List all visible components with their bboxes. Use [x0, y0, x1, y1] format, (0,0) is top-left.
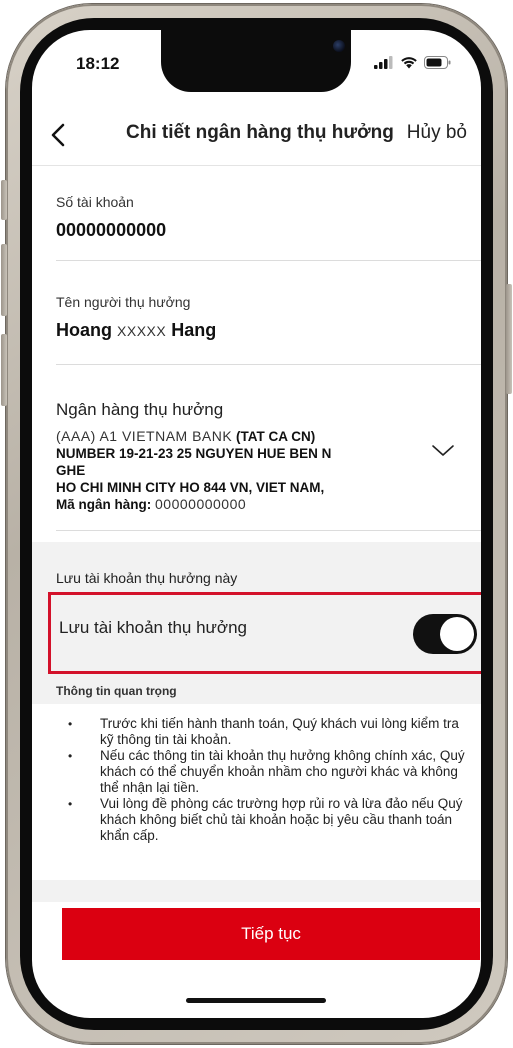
continue-button[interactable]: Tiếp tục — [62, 908, 480, 960]
divider — [56, 364, 481, 365]
volume-down-button — [1, 334, 7, 406]
list-item: Nếu các thông tin tài khoản thụ hưởng kh… — [68, 748, 468, 796]
bank-name-suffix: (TAT CA CN) — [235, 429, 316, 444]
phone-screen: 18:12 Chi tiết ngân hàng thụ hưởng Hủy b… — [32, 30, 481, 1018]
beneficiary-name-field: Tên người thụ hưởng Hoang XXXXX Hang — [56, 294, 456, 341]
save-beneficiary-label: Lưu tài khoản thụ hưởng — [59, 618, 247, 637]
bank-code-label: Mã ngân hàng: — [56, 497, 152, 512]
important-info-heading: Thông tin quan trọng — [56, 684, 177, 698]
volume-up-button — [1, 244, 7, 316]
bank-address-line-1: NUMBER 19-21-23 25 NGUYEN HUE BEN N — [56, 446, 332, 461]
chevron-left-icon — [51, 123, 65, 147]
home-indicator[interactable] — [186, 998, 326, 1003]
save-heading: Lưu tài khoản thụ hưởng này — [56, 570, 238, 586]
save-beneficiary-toggle[interactable] — [413, 614, 477, 654]
list-item: Vui lòng đề phòng các trường hợp rủi ro … — [68, 796, 468, 844]
battery-icon — [424, 56, 451, 69]
beneficiary-name-value: Hoang XXXXX Hang — [56, 320, 456, 341]
account-number-value: 00000000000 — [56, 220, 167, 240]
bank-label: Ngân hàng thụ hưởng — [56, 400, 224, 419]
bank-address-line-2: GHE — [56, 463, 86, 478]
toggle-knob — [440, 617, 474, 651]
bank-code-value: 00000000000 — [155, 496, 247, 512]
save-beneficiary-row: Lưu tài khoản thụ hưởng — [48, 592, 481, 674]
beneficiary-bank-selector[interactable]: Ngân hàng thụ hưởng (AAA) A1 VIETNAM BAN… — [56, 400, 446, 513]
account-number-label: Số tài khoản — [56, 194, 134, 210]
beneficiary-first-name: Hoang — [56, 320, 112, 340]
wifi-icon — [401, 57, 417, 69]
bank-address-line-3: HO CHI MINH CITY HO 844 VN, VIET NAM, — [56, 480, 325, 495]
divider — [56, 260, 481, 261]
notch — [161, 30, 351, 92]
power-button — [506, 284, 512, 394]
bank-name: (AAA) A1 VIETNAM BANK (TAT CA CN) — [56, 428, 446, 445]
chevron-down-icon[interactable] — [430, 442, 456, 460]
signal-icon — [374, 56, 393, 69]
beneficiary-last-name: Hang — [171, 320, 217, 340]
divider — [56, 530, 481, 531]
page-title: Chi tiết ngân hàng thụ hưởng — [126, 122, 394, 143]
status-time: 18:12 — [76, 54, 120, 73]
side-button — [1, 180, 7, 220]
bank-code: Mã ngân hàng: 00000000000 — [56, 496, 446, 513]
account-number-field: Số tài khoản 00000000000 — [56, 194, 456, 241]
cancel-button[interactable]: Hủy bỏ — [407, 122, 467, 144]
camera-icon — [333, 40, 345, 52]
back-button[interactable] — [46, 120, 72, 150]
beneficiary-masked-name: XXXXX — [117, 323, 167, 339]
list-item: Trước khi tiến hành thanh toán, Quý khác… — [68, 716, 468, 748]
bank-name-prefix: (AAA) A1 VIETNAM BANK — [56, 428, 233, 444]
beneficiary-name-label: Tên người thụ hưởng — [56, 294, 191, 310]
status-icons — [374, 56, 451, 69]
navigation-bar: Chi tiết ngân hàng thụ hưởng Hủy bỏ — [32, 106, 481, 166]
important-info-list: Trước khi tiến hành thanh toán, Quý khác… — [68, 716, 468, 844]
